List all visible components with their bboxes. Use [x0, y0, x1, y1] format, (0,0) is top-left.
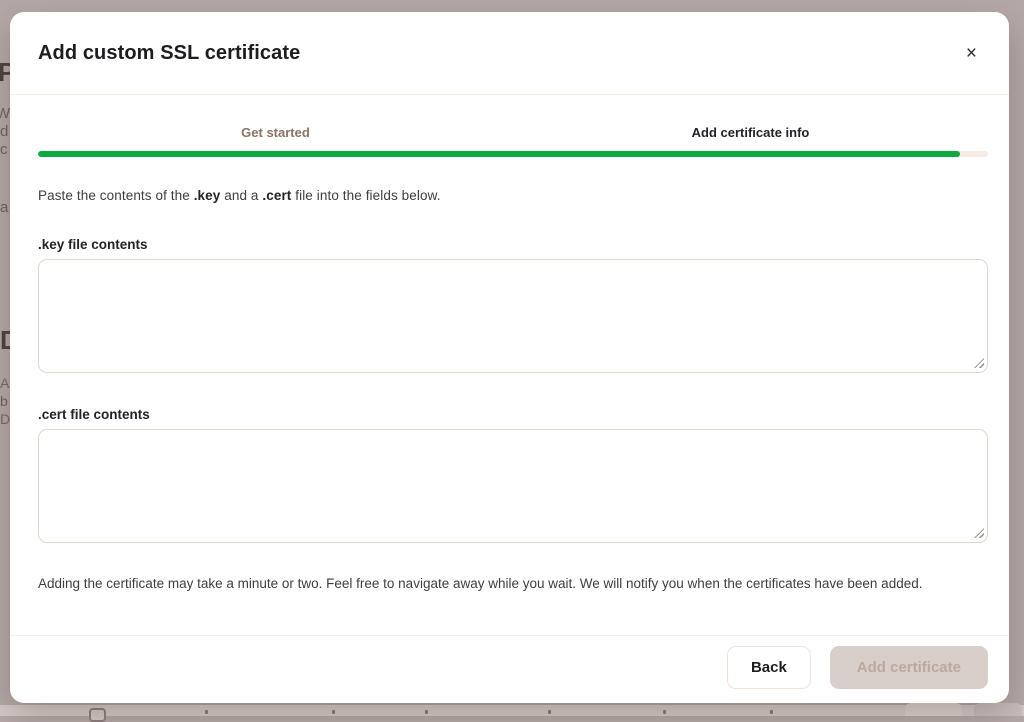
backdrop-table-row — [0, 705, 1024, 716]
backdrop-glyph — [548, 710, 551, 714]
key-file-textarea[interactable] — [38, 259, 988, 373]
key-file-label: .key file contents — [38, 237, 988, 252]
progress-bar — [38, 151, 988, 157]
modal-body: Get started Add certificate info Paste t… — [10, 95, 1009, 635]
backdrop-glyph — [663, 710, 666, 714]
step-add-certificate-info[interactable]: Add certificate info — [513, 125, 988, 140]
cert-file-label: .cert file contents — [38, 407, 988, 422]
backdrop-glyph — [770, 710, 773, 714]
backdrop-text-fragment: a — [0, 199, 8, 216]
backdrop-glyph — [425, 710, 428, 714]
step-get-started[interactable]: Get started — [38, 125, 513, 140]
modal-footer: Back Add certificate — [10, 635, 1009, 703]
backdrop-text-fragment: c — [0, 141, 8, 158]
close-icon[interactable]: × — [960, 40, 983, 67]
backdrop-glyph — [205, 710, 208, 714]
backdrop-button — [974, 703, 1022, 716]
backdrop-text-fragment: b — [0, 393, 8, 409]
progress-fill — [38, 151, 960, 157]
modal-header: Add custom SSL certificate × — [10, 12, 1009, 95]
modal-title: Add custom SSL certificate — [38, 42, 300, 65]
add-ssl-certificate-modal: Add custom SSL certificate × Get started… — [10, 12, 1009, 703]
note-text: Adding the certificate may take a minute… — [38, 573, 988, 594]
backdrop-text-fragment: d — [0, 123, 8, 140]
add-certificate-button[interactable]: Add certificate — [830, 646, 988, 689]
backdrop-text-fragment: A — [0, 375, 9, 391]
backdrop-text-fragment: W — [0, 105, 10, 122]
backdrop-glyph — [332, 710, 335, 714]
cert-file-textarea[interactable] — [38, 429, 988, 543]
backdrop-button — [905, 703, 962, 716]
back-button[interactable]: Back — [727, 646, 811, 689]
instructions-text: Paste the contents of the .key and a .ce… — [38, 188, 988, 203]
backdrop-checkbox — [89, 708, 106, 722]
backdrop-text-fragment: D — [0, 411, 10, 427]
stepper: Get started Add certificate info — [38, 95, 988, 157]
